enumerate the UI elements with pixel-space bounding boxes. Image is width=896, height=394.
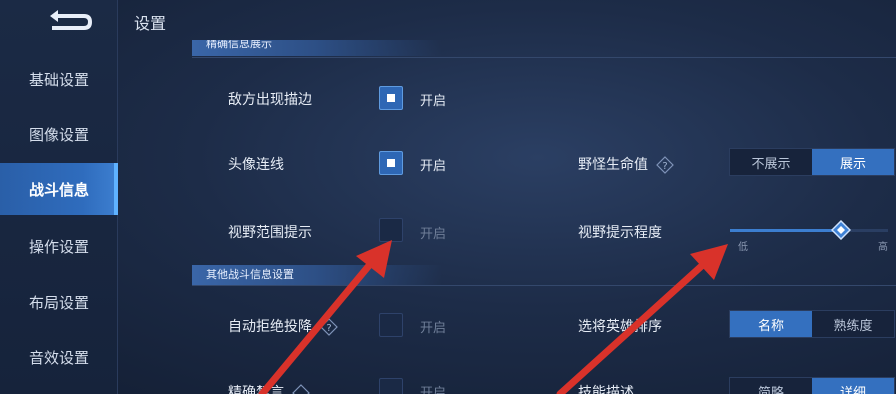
sidebar-item-label: 音效设置 xyxy=(28,348,89,367)
svg-text:?: ? xyxy=(663,161,668,172)
auto-reject-row: 自动拒绝投降 ? xyxy=(228,316,339,336)
vision-hint-checkbox[interactable] xyxy=(379,218,403,242)
monster-hp-show-button[interactable]: 展示 xyxy=(812,149,894,175)
vision-level-max-label: 高 xyxy=(878,242,888,253)
section-header-label: 精确信息展示 xyxy=(206,40,272,50)
skill-desc-label: 技能描述 xyxy=(578,385,634,394)
sidebar-item-label: 战斗信息 xyxy=(28,180,89,199)
hero-sort-name-button[interactable]: 名称 xyxy=(730,311,812,337)
hero-sort-label: 选将英雄排序 xyxy=(578,319,662,335)
auto-reject-checkbox[interactable] xyxy=(379,313,403,337)
svg-text:?: ? xyxy=(327,323,332,334)
section-header-label: 其他战斗信息设置 xyxy=(206,268,294,281)
vision-level-slider[interactable] xyxy=(730,220,888,240)
enemy-outline-label: 敌方出现描边 xyxy=(228,92,312,108)
precise-mute-checkbox[interactable] xyxy=(379,378,403,394)
skill-desc-detailed-button[interactable]: 详细 xyxy=(812,378,894,394)
sidebar-item-battle-info[interactable]: 战斗信息 xyxy=(0,163,118,215)
vision-level-slider-thumb[interactable] xyxy=(830,220,851,240)
monster-hp-hide-button[interactable]: 不展示 xyxy=(730,149,812,175)
auto-reject-label: 自动拒绝投降 xyxy=(228,319,312,335)
precise-mute-row: 精确禁言 xyxy=(228,382,311,394)
monster-hp-row: 野怪生命值 ? xyxy=(578,154,675,174)
sidebar-item-controls[interactable]: 操作设置 xyxy=(0,220,118,272)
vision-level-min-label: 低 xyxy=(738,242,748,253)
avatar-line-label: 头像连线 xyxy=(228,157,284,173)
back-arrow-icon[interactable] xyxy=(40,6,100,38)
precise-mute-option: 开启 xyxy=(420,386,447,394)
help-diamond-icon[interactable] xyxy=(292,384,311,394)
help-diamond-icon[interactable]: ? xyxy=(656,156,675,174)
vision-hint-label: 视野范围提示 xyxy=(228,225,312,241)
sidebar: 基础设置 图像设置 战斗信息 操作设置 布局设置 音效设置 xyxy=(0,0,118,394)
monster-hp-label: 野怪生命值 xyxy=(578,157,648,173)
sidebar-item-audio[interactable]: 音效设置 xyxy=(0,331,118,383)
sidebar-item-label: 图像设置 xyxy=(28,125,89,144)
vision-level-slider-fill xyxy=(730,229,841,232)
divider xyxy=(192,57,896,58)
enemy-outline-checkbox[interactable] xyxy=(379,86,403,110)
avatar-line-checkbox[interactable] xyxy=(379,151,403,175)
divider xyxy=(192,285,896,286)
vision-level-label: 视野提示程度 xyxy=(578,225,662,241)
sidebar-item-basic[interactable]: 基础设置 xyxy=(0,53,118,105)
avatar-line-option: 开启 xyxy=(420,159,447,174)
sidebar-item-layout[interactable]: 布局设置 xyxy=(0,276,118,328)
section-header-partial: 精确信息展示 xyxy=(192,40,442,56)
hero-sort-segmented: 名称 熟练度 xyxy=(729,310,895,338)
sidebar-item-label: 操作设置 xyxy=(28,237,89,256)
monster-hp-segmented: 不展示 展示 xyxy=(729,148,895,176)
vision-hint-option: 开启 xyxy=(420,227,447,242)
page-title: 设置 xyxy=(134,14,167,33)
help-diamond-icon[interactable]: ? xyxy=(320,318,339,336)
enemy-outline-option: 开启 xyxy=(420,94,447,109)
sidebar-item-label: 布局设置 xyxy=(28,293,89,312)
sidebar-item-graphics[interactable]: 图像设置 xyxy=(0,108,118,160)
skill-desc-brief-button[interactable]: 简略 xyxy=(730,378,812,394)
section-header-other: 其他战斗信息设置 xyxy=(192,265,442,285)
sidebar-item-label: 基础设置 xyxy=(28,70,89,89)
skill-desc-segmented: 简略 详细 xyxy=(729,377,895,394)
hero-sort-proficiency-button[interactable]: 熟练度 xyxy=(812,311,894,337)
auto-reject-option: 开启 xyxy=(420,321,447,336)
precise-mute-label: 精确禁言 xyxy=(228,385,284,394)
